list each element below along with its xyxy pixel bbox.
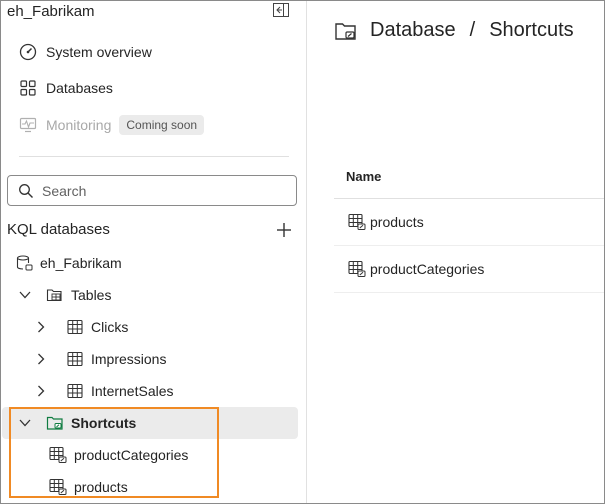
tables-folder-icon [46,286,64,304]
kql-databases-label: KQL databases [7,221,110,238]
breadcrumb-root[interactable]: Database [370,19,456,42]
kql-databases-header: KQL databases [7,221,292,238]
table-row[interactable]: productCategories [334,246,604,293]
left-pane: eh_Fabrikam System overview Databases Mo… [1,1,307,503]
workspace-title: eh_Fabrikam [7,3,95,20]
monitor-icon [19,116,37,134]
nav-divider [19,156,289,157]
shortcut-table-icon [348,260,366,278]
nav-system-overview-label: System overview [46,44,152,60]
search-box[interactable] [7,175,297,206]
breadcrumb-separator: / [469,19,476,41]
nav-databases-label: Databases [46,80,113,96]
tree-table-item[interactable]: InternetSales [2,375,298,407]
tree-table-label: Impressions [91,351,167,367]
nav-databases[interactable]: Databases [19,76,113,100]
gauge-icon [19,43,37,61]
table-icon [66,382,84,400]
table-row-name: products [370,214,424,230]
database-icon [15,254,33,272]
tree-table-item[interactable]: Clicks [2,311,298,343]
tree-table-label: Clicks [91,319,129,335]
panel-collapse-icon[interactable] [273,3,289,17]
main-pane: Database / Shortcuts Name products produ… [308,1,604,503]
coming-soon-badge: Coming soon [119,115,205,135]
tree-table-item[interactable]: Impressions [2,343,298,375]
table-icon [66,318,84,336]
chevron-down-icon[interactable] [18,288,32,302]
nav-monitoring-label: Monitoring [46,117,112,133]
table-icon [66,350,84,368]
nav-system-overview[interactable]: System overview [19,40,152,64]
shortcuts-table: Name products productCategories [334,155,604,293]
grid-icon [19,79,37,97]
nav-monitoring: Monitoring Coming soon [19,113,205,137]
search-icon [18,183,34,199]
chevron-right-icon[interactable] [34,320,48,334]
breadcrumb-current: Shortcuts [489,19,574,41]
tree-tables-label: Tables [71,287,112,303]
shortcut-folder-icon [334,20,358,42]
tree-tables[interactable]: Tables [2,279,298,311]
search-input[interactable] [42,182,282,199]
tree-database-label: eh_Fabrikam [40,255,122,271]
table-row-name: productCategories [370,261,485,277]
table-row[interactable]: products [334,199,604,246]
tree-table-label: InternetSales [91,383,174,399]
shortcut-table-icon [348,213,366,231]
chevron-right-icon[interactable] [34,352,48,366]
breadcrumb: Database / Shortcuts [334,19,574,42]
plus-icon[interactable] [276,222,292,238]
chevron-right-icon[interactable] [34,384,48,398]
column-header-name[interactable]: Name [334,155,604,199]
tree-database[interactable]: eh_Fabrikam [2,247,298,279]
shortcuts-highlight-box [9,407,219,498]
